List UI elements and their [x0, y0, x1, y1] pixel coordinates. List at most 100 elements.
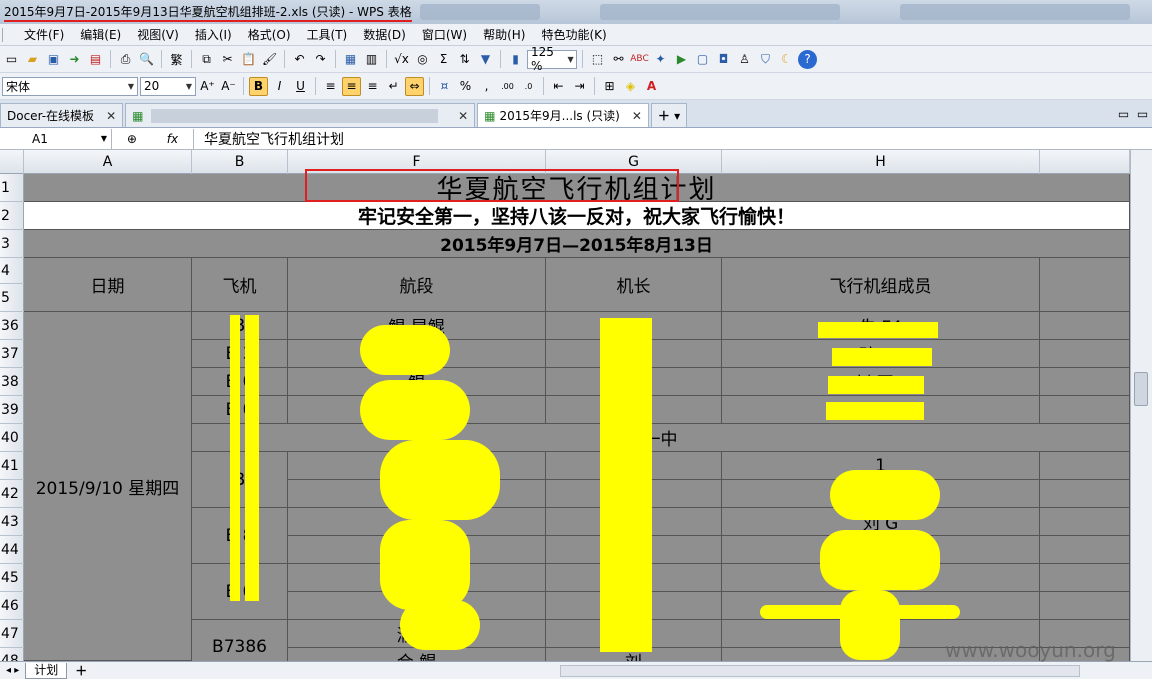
autosum-icon[interactable]: Σ — [434, 50, 453, 69]
play-icon[interactable]: ▶ — [672, 50, 691, 69]
column-header-a[interactable]: A — [24, 150, 192, 174]
row-header[interactable]: 2 — [0, 202, 24, 230]
header-plane[interactable]: 飞机 — [192, 258, 288, 312]
row-header[interactable]: 39 — [0, 396, 24, 424]
close-icon[interactable]: ✕ — [106, 109, 116, 123]
fill-color-icon[interactable]: ◈ — [621, 77, 640, 96]
align-right-icon[interactable]: ≡ — [363, 77, 382, 96]
select-objects-icon[interactable]: ⬚ — [588, 50, 607, 69]
row-header[interactable]: 40 — [0, 424, 24, 452]
menu-help[interactable]: 帮助(H) — [475, 26, 533, 43]
row-header[interactable]: 41 — [0, 452, 24, 480]
header-blank[interactable] — [1040, 258, 1130, 312]
row-header[interactable]: 5 — [0, 284, 24, 312]
row-header[interactable]: 1 — [0, 174, 24, 202]
font-color-icon[interactable]: A — [642, 77, 661, 96]
cut-icon[interactable]: ✂ — [218, 50, 237, 69]
row-header[interactable]: 46 — [0, 592, 24, 620]
plane-cell[interactable]: B 3 — [192, 340, 288, 368]
menu-data[interactable]: 数据(D) — [355, 26, 414, 43]
new-tab-button[interactable]: ＋ ▾ — [650, 103, 688, 127]
simplified-traditional-icon[interactable]: 繁 — [167, 50, 186, 69]
menu-view[interactable]: 视图(V) — [129, 26, 187, 43]
formula-input[interactable]: 华夏航空飞行机组计划 — [194, 129, 344, 149]
borders-icon[interactable]: ⊞ — [600, 77, 619, 96]
close-icon[interactable]: ✕ — [458, 109, 468, 123]
plane-cell[interactable]: B 0 — [192, 564, 288, 620]
tab-active-sheet[interactable]: ▦ 2015年9月...ls (只读) ✕ — [477, 103, 649, 127]
insert-table-icon[interactable]: ▦ — [341, 50, 360, 69]
font-size-select[interactable]: 20 ▼ — [140, 76, 196, 96]
plane-cell[interactable]: B 8 — [192, 508, 288, 564]
sort-icon[interactable]: ⇅ — [455, 50, 474, 69]
header-route[interactable]: 航段 — [288, 258, 546, 312]
font-name-select[interactable]: 宋体 ▼ — [2, 76, 138, 96]
currency-icon[interactable]: ¤ — [435, 77, 454, 96]
zoom-select[interactable]: 125 % ▼ — [527, 45, 577, 73]
horizontal-scrollbar[interactable] — [560, 665, 1080, 677]
decrease-font-icon[interactable]: A⁻ — [219, 77, 238, 96]
underline-button[interactable]: U — [291, 77, 310, 96]
blank-cell[interactable] — [1040, 564, 1130, 592]
format-painter-icon[interactable]: 🖌 — [260, 50, 279, 69]
row-header[interactable]: 44 — [0, 536, 24, 564]
undo-icon[interactable]: ↶ — [290, 50, 309, 69]
column-header-h[interactable]: H — [722, 150, 1040, 174]
redo-icon[interactable]: ↷ — [311, 50, 330, 69]
date-cell[interactable]: 2015/9/10 星期四 — [24, 312, 192, 661]
function-icon[interactable]: √x — [392, 50, 411, 69]
copy-icon[interactable]: ⧉ — [197, 50, 216, 69]
research-icon[interactable]: ✦ — [651, 50, 670, 69]
sheet-motto[interactable]: 牢记安全第一，坚持八该一反对，祝大家飞行愉快！ — [24, 202, 1130, 230]
plane-cell[interactable]: B 0 — [192, 396, 288, 424]
binoculars-icon[interactable]: ⚯ — [609, 50, 628, 69]
menu-insert[interactable]: 插入(I) — [187, 26, 240, 43]
date-range[interactable]: 2015年9月7日—2015年8月13日 — [24, 230, 1130, 258]
scrollbar-thumb[interactable] — [1134, 372, 1148, 406]
print-icon[interactable]: ⎙ — [116, 50, 135, 69]
decrease-indent-icon[interactable]: ⇤ — [549, 77, 568, 96]
insert-column-icon[interactable]: ▥ — [362, 50, 381, 69]
menu-tools[interactable]: 工具(T) — [299, 26, 356, 43]
spreadsheet-grid[interactable]: A B F G H 1 2 3 4 5 36 37 38 39 40 41 42 43 44 45 46 47 4… — [0, 150, 1130, 661]
vertical-scrollbar[interactable] — [1130, 150, 1152, 661]
row-header[interactable]: 42 — [0, 480, 24, 508]
header-date[interactable]: 日期 — [24, 258, 192, 312]
row-header[interactable]: 47 — [0, 620, 24, 648]
tab-docer[interactable]: Docer-在线模板 ✕ — [0, 103, 124, 127]
help-icon[interactable]: ? — [798, 49, 817, 69]
maximize-window-icon[interactable]: ▭ — [1133, 104, 1152, 123]
sheet-nav-icon[interactable]: ◂ ▸ — [0, 665, 25, 676]
close-icon[interactable]: ✕ — [632, 109, 642, 123]
column-header-blank[interactable] — [1040, 150, 1130, 174]
blank-cell[interactable] — [1040, 480, 1130, 508]
blank-cell[interactable] — [1040, 536, 1130, 564]
route-cell[interactable]: 合 鲲 — [288, 648, 546, 661]
menu-features[interactable]: 特色功能(K) — [533, 26, 614, 43]
sheet-tab-plan[interactable]: 计划 — [25, 662, 68, 679]
find-icon[interactable]: ◎ — [413, 50, 432, 69]
blank-cell[interactable] — [1040, 368, 1130, 396]
bold-button[interactable]: B — [249, 76, 268, 96]
italic-button[interactable]: I — [270, 77, 289, 96]
plane-cell[interactable]: B7386 — [192, 620, 288, 661]
decrease-decimal-icon[interactable]: .0 — [519, 77, 538, 96]
backup-icon[interactable]: ◘ — [714, 50, 733, 69]
filter-icon[interactable]: ▼ — [476, 50, 495, 69]
save-as-icon[interactable]: ➜ — [65, 50, 84, 69]
increase-decimal-icon[interactable]: .00 — [498, 77, 517, 96]
tab-blurred[interactable]: ▦ ✕ — [125, 103, 476, 127]
row-header[interactable]: 48 — [0, 648, 24, 662]
plane-cell[interactable]: B — [192, 452, 288, 508]
blank-cell[interactable] — [1040, 340, 1130, 368]
blank-cell[interactable] — [1040, 452, 1130, 480]
menu-format[interactable]: 格式(O) — [240, 26, 299, 43]
increase-font-icon[interactable]: A⁺ — [198, 77, 217, 96]
chart-icon[interactable]: ▮ — [506, 50, 525, 69]
new-icon[interactable]: ▭ — [2, 50, 21, 69]
shield-icon[interactable]: ⛉ — [756, 50, 775, 69]
row-header[interactable]: 43 — [0, 508, 24, 536]
select-all-corner[interactable] — [0, 150, 24, 174]
blank-cell[interactable] — [1040, 396, 1130, 424]
header-crew[interactable]: 飞行机组成员 — [722, 258, 1040, 312]
